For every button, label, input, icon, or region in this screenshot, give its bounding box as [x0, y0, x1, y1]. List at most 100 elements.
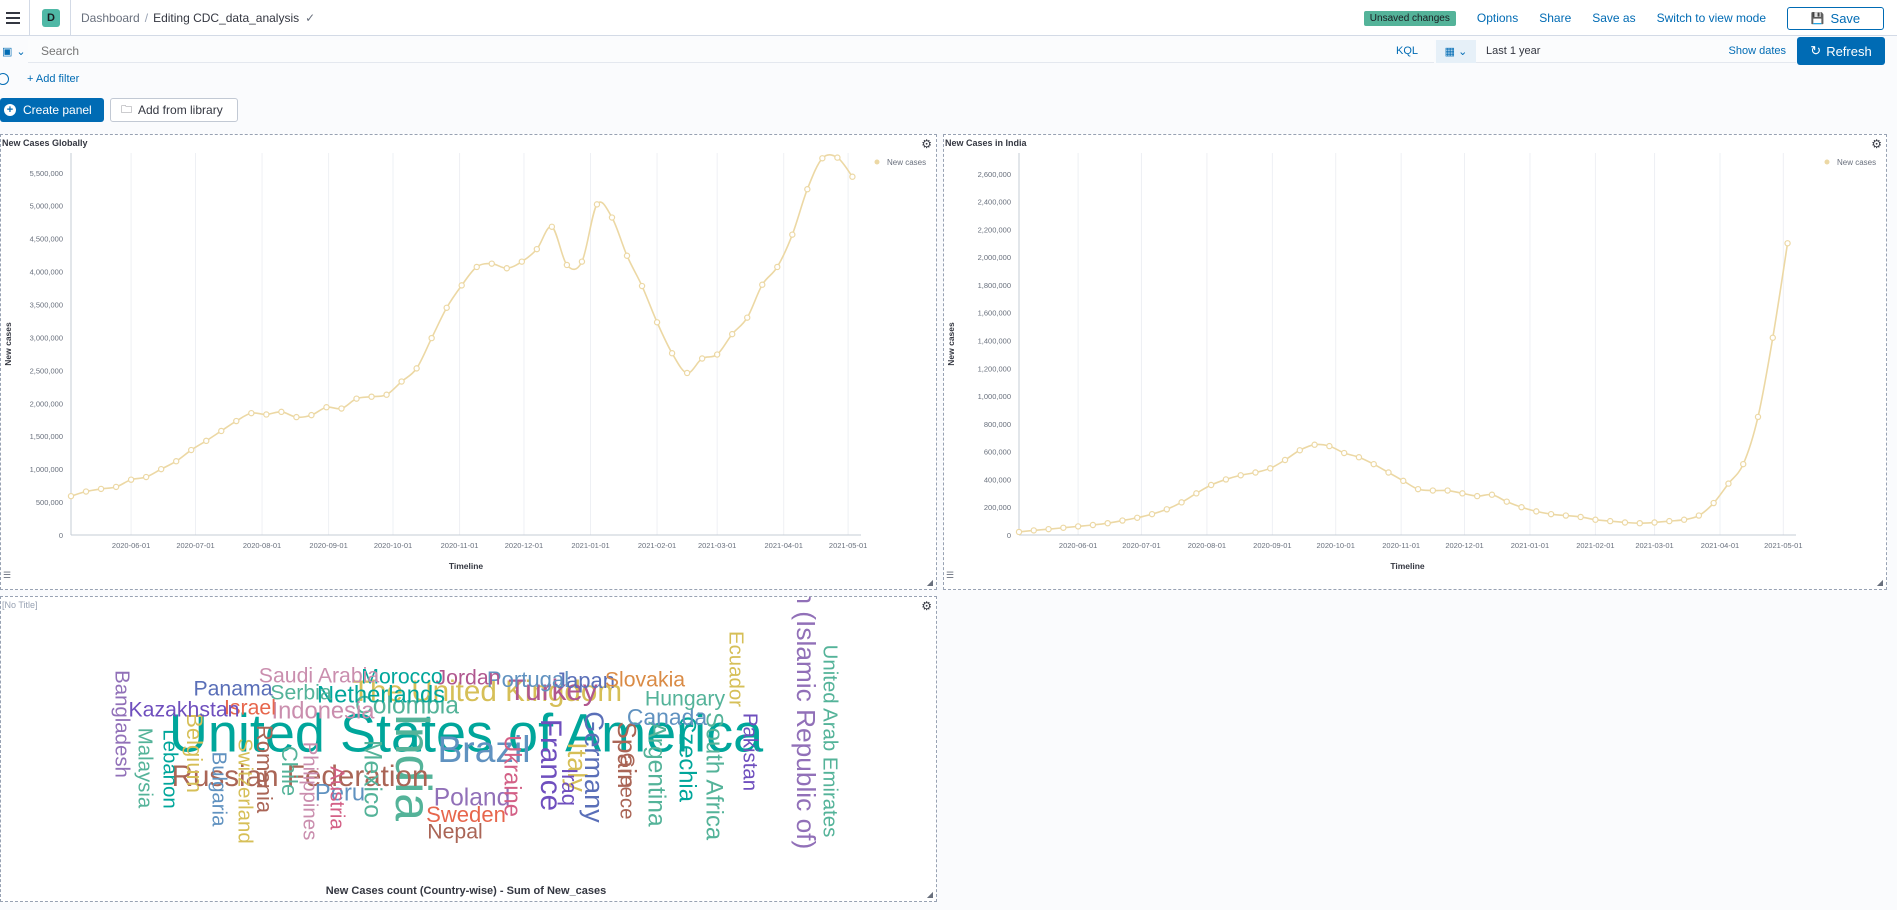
tag-cloud: New Cases count (Country-wise) - Sum of …: [111, 597, 841, 897]
top-nav-bar: D Dashboard / Editing CDC_data_analysis …: [0, 0, 1897, 36]
date-picker[interactable]: ▦ ⌄ Last 1 year Show dates: [1436, 39, 1796, 63]
save-button[interactable]: 💾 Save: [1787, 6, 1884, 30]
hamburger-menu-icon[interactable]: [3, 6, 23, 30]
x-tick-label: 2020-08-01: [1188, 541, 1226, 550]
data-point: [383, 391, 390, 398]
refresh-button[interactable]: ↻ Refresh: [1797, 37, 1885, 65]
data-point: [1193, 490, 1200, 497]
data-point: [1592, 516, 1599, 523]
y-tick-label: 1,600,000: [978, 309, 1011, 318]
data-point: [157, 465, 165, 473]
tag-cloud-word: Chile: [277, 746, 302, 796]
space-avatar[interactable]: D: [42, 8, 60, 27]
data-point: [804, 186, 811, 193]
data-point: [1222, 476, 1230, 483]
data-point: [368, 393, 375, 400]
data-point: [744, 314, 751, 321]
data-point: [1296, 447, 1304, 454]
x-tick-label: 2021-02-01: [638, 541, 676, 550]
y-tick-label: 5,500,000: [30, 169, 63, 178]
tag-cloud-word: South Africa: [701, 712, 728, 841]
legend-toggle-icon[interactable]: ☰: [946, 570, 954, 581]
x-axis-title: Timeline: [449, 561, 484, 571]
data-point: [473, 263, 480, 271]
data-point: [488, 260, 495, 267]
save-icon: 💾: [1810, 12, 1825, 25]
resize-handle-icon[interactable]: ◢: [1877, 578, 1883, 587]
options-link[interactable]: Options: [1477, 11, 1518, 25]
data-point: [1769, 334, 1776, 341]
plus-circle-icon: +: [4, 104, 16, 116]
data-point: [1045, 525, 1052, 533]
search-input[interactable]: [28, 43, 1343, 59]
show-dates-link[interactable]: Show dates: [1729, 45, 1786, 57]
tag-cloud-word: Pakistan: [739, 713, 761, 791]
save-as-link[interactable]: Save as: [1592, 11, 1635, 25]
x-tick-label: 2021-05-01: [1764, 541, 1802, 550]
saved-query-menu-button[interactable]: ▣ ⌄: [0, 40, 28, 63]
data-point: [1666, 517, 1673, 525]
x-axis-title: Timeline: [1390, 561, 1425, 571]
data-point: [593, 201, 601, 208]
y-tick-label: 2,000,000: [978, 253, 1011, 262]
data-point: [278, 408, 285, 416]
y-tick-label: 2,500,000: [30, 366, 63, 375]
resize-handle-icon[interactable]: ◢: [927, 890, 933, 899]
tag-cloud-caption: New Cases count (Country-wise) - Sum of …: [326, 885, 607, 897]
switch-to-view-mode-link[interactable]: Switch to view mode: [1657, 11, 1766, 25]
legend-toggle-icon[interactable]: ☰: [3, 570, 11, 581]
data-point: [1488, 491, 1496, 498]
x-tick-label: 2021-04-01: [1701, 541, 1739, 550]
data-point: [1710, 499, 1717, 507]
breadcrumb: Dashboard / Editing CDC_data_analysis ✓: [81, 11, 315, 25]
share-link[interactable]: Share: [1539, 11, 1571, 25]
y-tick-label: 2,200,000: [978, 225, 1011, 234]
breadcrumb-dashboard-link[interactable]: Dashboard: [81, 11, 140, 25]
data-point: [623, 252, 631, 259]
x-tick-label: 2021-03-01: [698, 541, 736, 550]
data-point: [1119, 517, 1126, 524]
legend-label: New cases: [887, 158, 926, 167]
tag-cloud-word: Germany: [579, 711, 610, 823]
data-point: [203, 437, 210, 445]
add-filter-link[interactable]: + Add filter: [27, 73, 79, 85]
y-axis-title: New cases: [946, 322, 956, 366]
kql-toggle[interactable]: KQL: [1396, 45, 1418, 57]
data-point: [1163, 506, 1170, 513]
data-point: [308, 411, 315, 419]
resize-handle-icon[interactable]: ◢: [927, 578, 933, 587]
y-axis-title: New cases: [3, 322, 13, 366]
data-point: [97, 485, 105, 493]
panel-new-cases-globally: New Cases Globally ⚙ 2020-06-01 2020-07-0…: [0, 134, 937, 590]
create-panel-button[interactable]: + Create panel: [0, 98, 104, 122]
search-field[interactable]: KQL: [28, 40, 1434, 63]
y-tick-label: 3,000,000: [30, 333, 63, 342]
filter-menu-icon[interactable]: [0, 73, 9, 85]
save-button-label: Save: [1830, 10, 1861, 26]
x-tick-label: 2020-09-01: [1253, 541, 1291, 550]
x-tick-label: 2020-11-01: [441, 541, 479, 550]
series-line: [1018, 243, 1789, 533]
add-from-library-button[interactable]: 🗀 Add from library: [110, 98, 238, 122]
data-point: [518, 258, 526, 265]
calendar-icon[interactable]: ▦ ⌄: [1436, 39, 1476, 63]
data-point: [774, 263, 781, 271]
data-point: [293, 413, 300, 421]
tag-cloud-word: Philippines: [299, 742, 321, 841]
data-point: [1533, 508, 1540, 515]
data-point: [443, 304, 450, 311]
y-tick-label: 1,500,000: [30, 432, 63, 441]
tag-cloud-word: Switzerland: [234, 738, 256, 843]
y-tick-label: 800,000: [984, 420, 1011, 429]
data-point: [1414, 485, 1422, 493]
tag-cloud-word: Iran (Islamic Republic of): [791, 597, 821, 849]
data-point: [1089, 521, 1097, 529]
data-point: [503, 265, 510, 272]
date-range-value[interactable]: Last 1 year: [1486, 45, 1540, 57]
data-point: [338, 405, 345, 412]
y-tick-label: 500,000: [36, 498, 63, 507]
data-point: [819, 155, 826, 162]
data-point: [248, 409, 255, 417]
data-point: [263, 411, 270, 418]
data-point: [233, 417, 240, 425]
